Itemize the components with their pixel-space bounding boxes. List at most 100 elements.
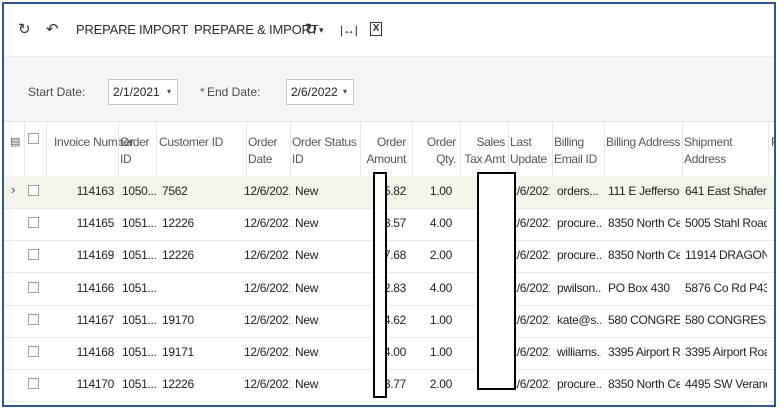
col-billing-email[interactable]: Billing Email ID: [554, 134, 597, 168]
table-row[interactable]: 114169 1051... 12226 12/6/2021 New 7.68 2.00 12…: [4, 240, 774, 274]
cell-customer-id: 12226: [162, 216, 194, 231]
col-sales-tax[interactable]: Sales Tax Amt: [462, 134, 505, 168]
cell-shipment-address: 11914 DRAGON ...: [685, 248, 767, 263]
select-all-checkbox[interactable]: [28, 133, 39, 144]
chevron-down-icon[interactable]: ▾: [167, 80, 171, 104]
history-icon[interactable]: ↻: [305, 18, 318, 42]
cell-billing-address: 111 E Jefferso...: [608, 184, 680, 198]
cell-invoice-number[interactable]: 114163: [50, 184, 114, 198]
table-row[interactable]: 114165 1051... 12226 12/6/2021 New 3.57 4.00 12…: [4, 208, 774, 242]
cell-order-id: 1051...: [122, 248, 156, 263]
cell-order-id: 1051...: [122, 216, 156, 231]
import-button[interactable]: IMPORT: [139, 18, 188, 42]
cell-invoice-number[interactable]: 114170: [50, 377, 114, 391]
end-date-label: End Date:: [207, 85, 261, 99]
cell-order-status: New: [295, 377, 319, 392]
col-order-qty[interactable]: Order Qty.: [416, 134, 456, 168]
cell-customer-id: 7562: [162, 184, 188, 198]
table-row[interactable]: 114166 1051... 12/6/2021 New 2.83 4.00 12/6/20…: [4, 273, 774, 306]
redaction-box: [373, 172, 387, 398]
cell-billing-address: 8350 North Ce...: [608, 216, 680, 231]
cell-order-date: 12/6/2021: [244, 248, 290, 263]
cell-order-status: New: [295, 248, 319, 263]
table-row[interactable]: 114167 1051... 19170 12/6/2021 New 4.62 1.00 12…: [4, 305, 774, 338]
col-order-date[interactable]: Order Date: [248, 134, 277, 168]
col-last-update[interactable]: Last Update: [510, 134, 548, 168]
cell-billing-email: procure...: [557, 248, 601, 263]
cell-shipment-address: 4495 SW Verano ...: [685, 377, 767, 392]
cell-billing-address: 580 CONGRE...: [608, 312, 680, 327]
chevron-down-icon[interactable]: ▾: [343, 80, 347, 104]
row-checkbox[interactable]: [28, 217, 39, 229]
prepare-button[interactable]: PREPARE: [76, 18, 136, 42]
cell-order-date: 12/6/2021: [244, 184, 290, 198]
col-customer-id[interactable]: Customer ID: [159, 134, 223, 151]
col-shipment-address[interactable]: Shipment Address: [684, 134, 774, 168]
chevron-down-icon[interactable]: ▾: [319, 18, 324, 42]
cell-billing-email: kate@s...: [557, 312, 601, 327]
cell-shipment-address: 580 CONGRESS...: [685, 312, 767, 327]
cell-order-date: 12/6/2021: [244, 377, 290, 392]
row-cursor-icon: ›: [11, 182, 16, 197]
start-date-label: Start Date:: [28, 85, 86, 99]
redaction-box: [477, 172, 516, 390]
col-more[interactable]: P: [771, 134, 774, 151]
row-checkbox[interactable]: [28, 346, 39, 357]
row-checkbox[interactable]: [28, 313, 39, 325]
cell-order-status: New: [295, 216, 319, 231]
cell-invoice-number[interactable]: 114167: [50, 313, 114, 327]
cell-order-qty: 2.00: [429, 377, 452, 392]
cell-invoice-number[interactable]: 114165: [50, 216, 114, 230]
cell-billing-address: 8350 North Ce...: [608, 377, 680, 392]
cell-order-id: 1051...: [122, 312, 156, 327]
col-billing-address[interactable]: Billing Address: [606, 134, 681, 151]
start-date-value: 2/1/2021: [113, 85, 160, 99]
cell-billing-email: pwilson...: [557, 280, 601, 295]
cell-order-status: New: [295, 312, 319, 327]
excel-export-icon[interactable]: X: [370, 22, 382, 36]
end-date-field[interactable]: 2/6/2022 ▾: [286, 79, 354, 105]
cell-billing-email: procure...: [557, 216, 601, 231]
cell-order-qty: 1.00: [429, 345, 452, 359]
col-order-id[interactable]: Order ID: [120, 134, 149, 168]
files-icon[interactable]: ▤: [10, 134, 20, 151]
cell-invoice-number[interactable]: 114168: [50, 345, 114, 359]
col-order-amount[interactable]: Order Amount: [360, 134, 406, 168]
cell-invoice-number[interactable]: 114166: [50, 281, 114, 295]
cell-customer-id: 19170: [162, 312, 194, 327]
cell-order-qty: 1.00: [429, 312, 452, 327]
cell-order-date: 12/6/2021: [244, 280, 290, 295]
cell-order-id: 1051...: [122, 345, 156, 359]
cell-customer-id: 19171: [162, 345, 194, 359]
fit-columns-icon[interactable]: |↔|: [340, 18, 358, 42]
row-checkbox[interactable]: [28, 378, 39, 390]
cell-shipment-address: 5005 Stahl Road: [685, 216, 767, 231]
prepare-import-button[interactable]: PREPARE & IMPORT: [194, 18, 318, 42]
cell-order-date: 12/6/2021: [244, 312, 290, 327]
table-row[interactable]: › 114163 1050... 7562 12/6/2021 New 5.82 1.00 12…: [4, 176, 774, 209]
table-row[interactable]: 114168 1051... 19171 12/6/2021 New 4.00 1.00 12…: [4, 337, 774, 370]
cell-order-qty: 4.00: [429, 216, 452, 231]
table-row[interactable]: 114170 1051... 12226 12/6/2021 New 3.77 2.00 12…: [4, 369, 774, 403]
filter-panel: Start Date: 2/1/2021 ▾ * End Date: 2/6/2…: [4, 57, 774, 122]
start-date-field[interactable]: 2/1/2021 ▾: [108, 79, 178, 105]
cell-shipment-address: 5876 Co Rd P43: [685, 280, 767, 295]
end-date-value: 2/6/2022: [291, 85, 338, 99]
refresh-icon[interactable]: ↻: [18, 18, 31, 42]
cell-customer-id: 12226: [162, 248, 194, 263]
cell-billing-address: PO Box 430: [608, 280, 670, 295]
cell-order-id: 1051...: [122, 377, 156, 392]
cell-customer-id: 12226: [162, 377, 194, 392]
undo-icon[interactable]: ↶: [46, 18, 59, 42]
row-checkbox[interactable]: [28, 281, 39, 293]
row-checkbox[interactable]: [28, 185, 39, 196]
cell-invoice-number[interactable]: 114169: [50, 248, 114, 262]
cell-order-id: 1051...: [122, 280, 156, 295]
cell-billing-address: 8350 North Ce...: [608, 248, 680, 263]
cell-order-date: 12/6/2021: [244, 345, 290, 359]
col-order-status[interactable]: Order Status ID: [292, 134, 357, 168]
row-checkbox[interactable]: [28, 249, 39, 261]
grid-header: ▤ Invoice Number Order ID Customer ID Ord…: [4, 122, 774, 177]
cell-order-status: New: [295, 184, 319, 198]
cell-order-qty: 2.00: [429, 248, 452, 263]
